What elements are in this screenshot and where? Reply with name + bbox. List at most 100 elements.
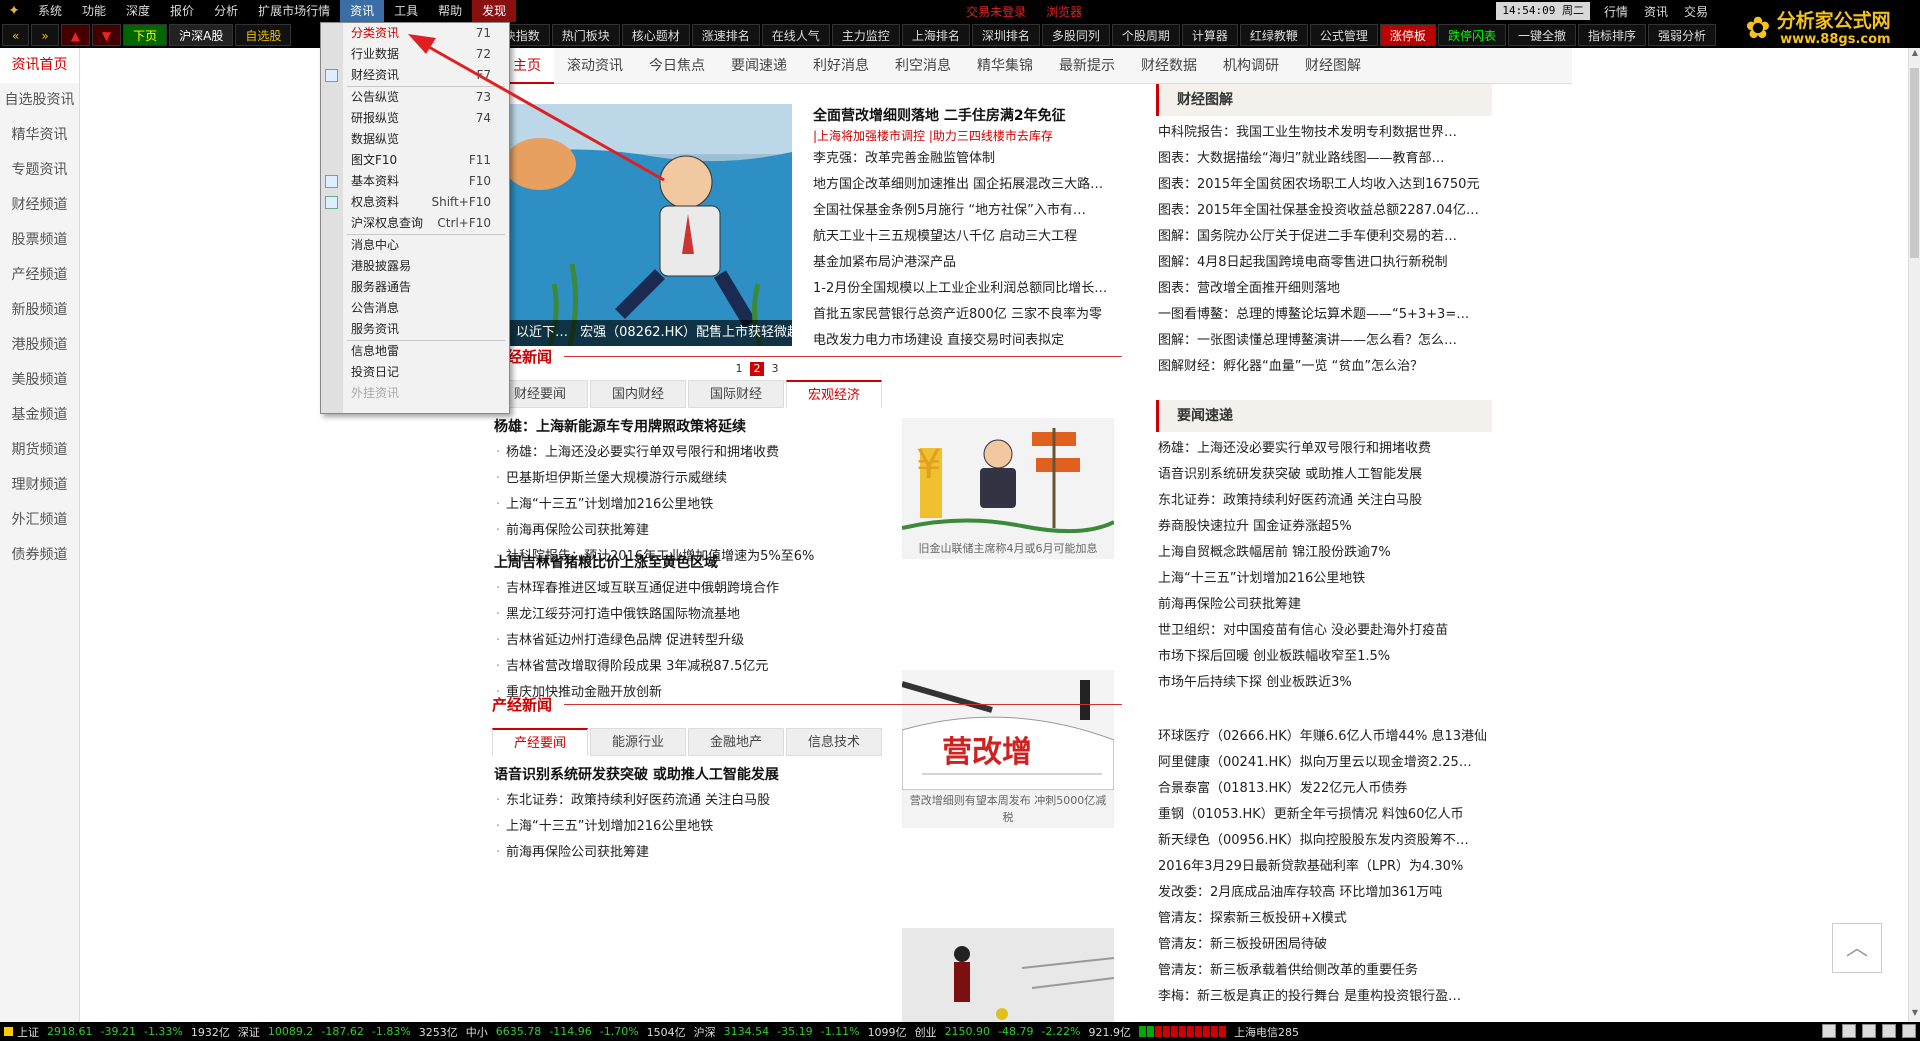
menu-function[interactable]: 功能 xyxy=(72,0,116,22)
list-item[interactable]: 巴基斯坦伊斯兰堡大规模游行示威继续 xyxy=(494,466,894,492)
nav-highlights[interactable]: 精华集锦 xyxy=(964,48,1046,84)
menu-item[interactable]: 信息地雷 xyxy=(321,341,509,362)
menu-quotes-right[interactable]: 行情 xyxy=(1596,3,1636,20)
list-item[interactable]: 吉林珲春推进区域互联互通促进中俄朝跨境合作 xyxy=(494,576,894,602)
industry-heading-text[interactable]: 产经新闻 xyxy=(492,694,552,715)
sme-index-label[interactable]: 中小 xyxy=(466,1024,488,1040)
tb-sz-rank[interactable]: 深圳排名 xyxy=(971,24,1040,46)
nav-graphics[interactable]: 财经图解 xyxy=(1292,48,1374,84)
list-item[interactable]: 前海再保险公司获批筹建 xyxy=(494,518,894,544)
headline-item[interactable]: 航天工业十三五规模望达八千亿 启动三大工程 xyxy=(813,224,1133,250)
menu-item[interactable]: 研报纵览 74 xyxy=(321,108,509,129)
list-item[interactable]: 券商股快速拉升 国金证券涨超5% xyxy=(1158,514,1494,540)
menu-system[interactable]: 系统 xyxy=(28,0,72,22)
menu-item[interactable]: 服务资讯 xyxy=(321,319,509,340)
menu-help[interactable]: 帮助 xyxy=(428,0,472,22)
nav-good-news[interactable]: 利好消息 xyxy=(800,48,882,84)
trade-not-logged-alert[interactable]: 交易未登录 xyxy=(956,3,1036,20)
list-item[interactable]: 环球医疗（02666.HK）年赚6.6亿人币增44% 息13港仙 xyxy=(1158,724,1494,750)
list-item[interactable]: 图表：2015年全国贫困农场职工人均收入达到16750元 xyxy=(1158,172,1494,198)
tb-multi-stock[interactable]: 多股同列 xyxy=(1041,24,1110,46)
list-item[interactable]: 东北证券：政策持续利好医药流通 关注白马股 xyxy=(494,788,894,814)
graphics-heading[interactable]: 财经图解 xyxy=(1156,84,1492,116)
sidebar-item-topics[interactable]: 专题资讯 xyxy=(0,153,79,188)
vertical-scrollbar[interactable]: ▲ ▼ xyxy=(1908,48,1920,1022)
chat-icon[interactable] xyxy=(1862,1024,1876,1038)
list-item[interactable]: 上海自贸概念跌幅居前 锦江股份跌逾7% xyxy=(1158,540,1494,566)
settings-icon[interactable] xyxy=(1882,1024,1896,1038)
down-button[interactable]: ▼ xyxy=(91,24,122,46)
list-item[interactable]: 重钢（01053.HK）更新全年亏损情况 料蚀60亿人币 xyxy=(1158,802,1494,828)
finance-pic-1[interactable]: ¥ 旧金山联储主席称4月或6月可能加息 xyxy=(902,418,1114,559)
list-item[interactable]: 杨雄：上海还没必要实行单双号限行和拥堵收费 xyxy=(1158,436,1494,462)
gem-index-label[interactable]: 创业 xyxy=(915,1024,937,1040)
nav-rolling[interactable]: 滚动资讯 xyxy=(554,48,636,84)
list-item[interactable]: 上海“十三五”计划增加216公里地铁 xyxy=(1158,566,1494,592)
menu-item[interactable]: 图文F10 F11 xyxy=(321,150,509,171)
nav-express[interactable]: 要闻速递 xyxy=(718,48,800,84)
list-headline[interactable]: 上周吉林省猪粮比价上涨至黄色区域 xyxy=(494,550,894,576)
nav-data[interactable]: 财经数据 xyxy=(1128,48,1210,84)
menu-item[interactable]: 港股披露易 xyxy=(321,256,509,277)
lock-icon[interactable] xyxy=(1902,1024,1916,1038)
industry-pic[interactable] xyxy=(902,928,1114,1022)
tb-core-theme[interactable]: 核心题材 xyxy=(621,24,690,46)
server-name[interactable]: 上海电信285 xyxy=(1234,1024,1299,1040)
list-item[interactable]: 中科院报告：我国工业生物技术发明专利数据世界… xyxy=(1158,120,1494,146)
list-item[interactable]: 语音识别系统研发获突破 或助推人工智能发展 xyxy=(1158,462,1494,488)
sidebar-item-industry[interactable]: 产经频道 xyxy=(0,258,79,293)
menu-info[interactable]: 资讯 xyxy=(340,0,385,22)
headline-sublink-2[interactable]: |助力三四线楼市去库存 xyxy=(929,129,1053,143)
menu-item[interactable]: 公告纵览 73 xyxy=(321,87,509,108)
headline-item[interactable]: 1-2月份全国规模以上工业企业利润总额同比增长… xyxy=(813,276,1133,302)
menu-item[interactable]: 消息中心 xyxy=(321,235,509,256)
headline-sublink-1[interactable]: |上海将加强楼市调控 xyxy=(813,129,925,143)
menu-item[interactable]: 财经资讯 F7 xyxy=(321,65,509,86)
tb-calculator[interactable]: 计算器 xyxy=(1181,24,1238,46)
menu-item[interactable]: 行业数据 72 xyxy=(321,44,509,65)
nav-tips[interactable]: 最新提示 xyxy=(1046,48,1128,84)
menu-item[interactable]: 沪深权息查询 Ctrl+F10 xyxy=(321,213,509,234)
list-item[interactable]: 吉林省延边州打造绿色品牌 促进转型升级 xyxy=(494,628,894,654)
list-item[interactable]: 东北证券：政策持续利好医药流通 关注白马股 xyxy=(1158,488,1494,514)
menu-item[interactable]: 数据纵览 xyxy=(321,129,509,150)
sz-index-label[interactable]: 深证 xyxy=(238,1024,260,1040)
menu-item[interactable]: 公告消息 xyxy=(321,298,509,319)
list-item[interactable]: 世卫组织：对中国疫苗有信心 没必要赴海外打疫苗 xyxy=(1158,618,1494,644)
back-to-top-button[interactable]: ︿ xyxy=(1832,923,1882,973)
tab-macro[interactable]: 宏观经济 xyxy=(786,380,882,408)
headline-item[interactable]: 地方国企改革细则加速推出 国企拓展混改三大路… xyxy=(813,172,1133,198)
express-heading[interactable]: 要闻速递 xyxy=(1156,400,1492,432)
tab-domestic[interactable]: 国内财经 xyxy=(590,380,686,408)
window-icon[interactable] xyxy=(1822,1024,1836,1038)
list-item[interactable]: 新天绿色（00956.HK）拟向控股股东发内资股筹不… xyxy=(1158,828,1494,854)
menu-trade-right[interactable]: 交易 xyxy=(1676,3,1716,20)
menu-tools[interactable]: 工具 xyxy=(384,0,428,22)
list-item[interactable]: 图解：4月8日起我国跨境电商零售进口执行新税制 xyxy=(1158,250,1494,276)
list-item[interactable]: 上海“十三五”计划增加216公里地铁 xyxy=(494,814,894,840)
headline-item[interactable]: 基金加紧布局沪港深产品 xyxy=(813,250,1133,276)
list-item[interactable]: 管清友：新三板投研困局待破 xyxy=(1158,932,1494,958)
list-item[interactable]: 图表：大数据描绘“海归”就业路线图——教育部… xyxy=(1158,146,1494,172)
shsz-a-button[interactable]: 沪深A股 xyxy=(169,24,234,46)
tb-hot-sector[interactable]: 热门板块 xyxy=(551,24,620,46)
list-item[interactable]: 管清友：新三板承载着供给侧改革的重要任务 xyxy=(1158,958,1494,984)
menu-item[interactable]: 权息资料 Shift+F10 xyxy=(321,192,509,213)
tab-finance-realestate[interactable]: 金融地产 xyxy=(688,728,784,756)
list-item[interactable]: 合景泰富（01813.HK）发22亿元人币债券 xyxy=(1158,776,1494,802)
tb-limit-up[interactable]: 涨停板 xyxy=(1379,24,1436,46)
nav-back-button[interactable]: « xyxy=(2,24,30,46)
hs-index-label[interactable]: 沪深 xyxy=(694,1024,716,1040)
list-item[interactable]: 发改委：2月底成品油库存较高 环比增加361万吨 xyxy=(1158,880,1494,906)
menu-extended-market[interactable]: 扩展市场行情 xyxy=(248,0,340,22)
tab-industry-main[interactable]: 产经要闻 xyxy=(492,728,588,756)
tb-redgreen[interactable]: 红绿教鞭 xyxy=(1239,24,1308,46)
list-item[interactable]: 市场下探后回暖 创业板跌幅收窄至1.5% xyxy=(1158,644,1494,670)
headline-item[interactable]: 全国社保基金条例5月施行 “地方社保”入市有… xyxy=(813,198,1133,224)
sidebar-item-fund[interactable]: 基金频道 xyxy=(0,398,79,433)
tb-strength-analysis[interactable]: 强弱分析 xyxy=(1647,24,1716,46)
menu-item[interactable]: 基本资料 F10 xyxy=(321,171,509,192)
menu-item[interactable]: 分类资讯 71 xyxy=(321,23,509,44)
list-item[interactable]: 前海再保险公司获批筹建 xyxy=(494,840,894,866)
sidebar-item-featured[interactable]: 精华资讯 xyxy=(0,118,79,153)
